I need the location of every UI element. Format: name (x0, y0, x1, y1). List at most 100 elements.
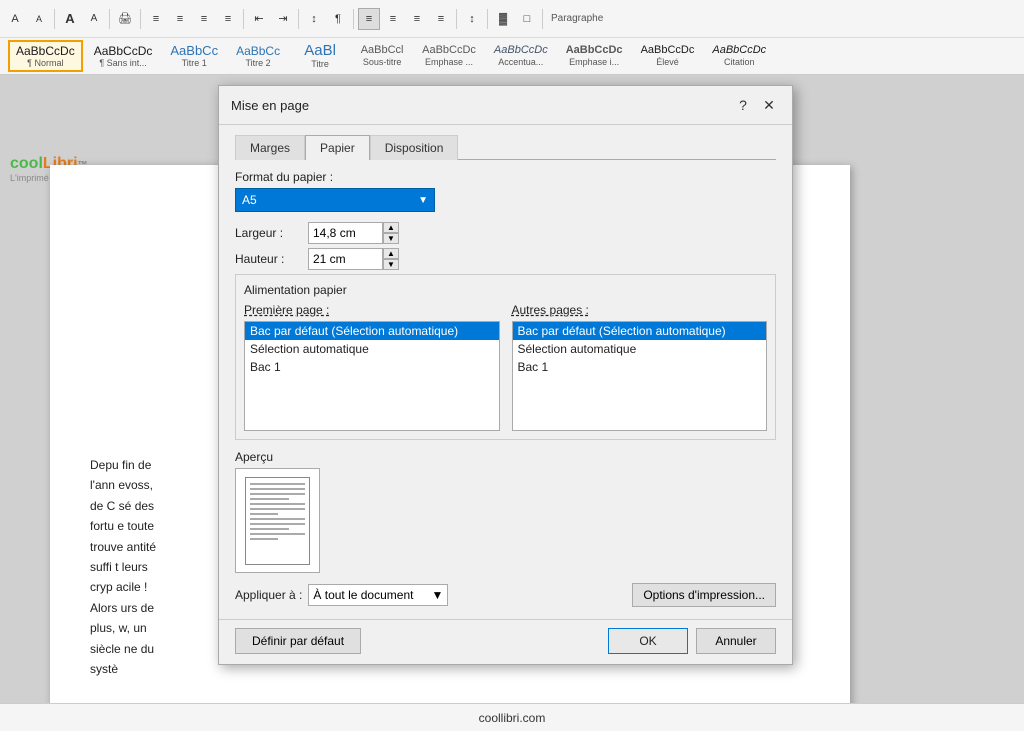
sort[interactable]: ↕ (303, 8, 325, 30)
line-spacing[interactable]: ↕ (461, 8, 483, 30)
list-numbered[interactable]: ≡ (193, 8, 215, 30)
style-titre1[interactable]: AaBbCc Titre 1 (163, 40, 225, 72)
premiere-page-listbox[interactable]: Bac par défaut (Sélection automatique) S… (244, 321, 500, 431)
largeur-input-container: ▲ ▼ (308, 222, 399, 244)
apply-select[interactable]: À tout le document ▼ (308, 584, 448, 606)
hauteur-input-container: ▲ ▼ (308, 248, 399, 270)
apply-value: À tout le document (313, 588, 413, 602)
dialog-help-button[interactable]: ? (732, 94, 754, 116)
preview-line-11 (250, 533, 305, 535)
preview-line-12 (250, 538, 278, 540)
dialog-title: Mise en page (231, 98, 309, 113)
style-accentuation[interactable]: AaBbCcDc Accentua... (487, 40, 555, 72)
style-emphase-i[interactable]: AaBbCcDc Emphase i... (559, 40, 630, 72)
list-item-selection-auto-1[interactable]: Sélection automatique (245, 340, 499, 358)
shading[interactable]: ▓ (492, 8, 514, 30)
annuler-button[interactable]: Annuler (696, 628, 776, 654)
preview-line-9 (250, 523, 305, 525)
font-a-large[interactable]: A (59, 8, 81, 30)
style-emphase[interactable]: AaBbCcDc Emphase ... (415, 40, 483, 72)
sep4 (243, 9, 244, 29)
tab-disposition[interactable]: Disposition (370, 135, 459, 160)
format-dropdown-arrow: ▼ (418, 195, 428, 206)
preview-line-6 (250, 508, 305, 510)
hauteur-input[interactable] (308, 248, 383, 270)
sep2 (109, 9, 110, 29)
options-impression-button[interactable]: Options d'impression... (632, 583, 776, 607)
apercu-label: Aperçu (235, 450, 776, 464)
list-bullet-1[interactable]: ≡ (145, 8, 167, 30)
apercu-document (245, 477, 310, 565)
style-sous-titre[interactable]: AaBbCcl Sous-titre (353, 40, 411, 72)
ok-button[interactable]: OK (608, 628, 688, 654)
style-eleve[interactable]: AaBbCcDc Élevé (634, 40, 702, 72)
autres-pages-label: Autres pages : (512, 303, 768, 317)
preview-line-3 (250, 493, 305, 495)
sep9 (542, 9, 543, 29)
list-item-bac-defaut-2[interactable]: Bac par défaut (Sélection automatique) (513, 322, 767, 340)
preview-line-1 (250, 483, 305, 485)
style-sans-int-preview: AaBbCcDc (94, 45, 153, 57)
list-bullet-2[interactable]: ≡ (169, 8, 191, 30)
tab-marges[interactable]: Marges (235, 135, 305, 160)
borders[interactable]: □ (516, 8, 538, 30)
preview-line-2 (250, 488, 305, 490)
align-left[interactable]: ≡ (358, 8, 380, 30)
preview-line-5 (250, 503, 305, 505)
indent-decrease[interactable]: ⇤ (248, 8, 270, 30)
format-section: Format du papier : A5 ▼ (235, 170, 776, 212)
font-a-small[interactable]: A (83, 8, 105, 30)
dialog-mise-en-page: Mise en page ? ✕ Marges Papier Dispositi… (218, 85, 793, 665)
style-titre2[interactable]: AaBbCc Titre 2 (229, 40, 287, 72)
hauteur-row: Hauteur : ▲ ▼ (235, 248, 776, 270)
largeur-row: Largeur : ▲ ▼ (235, 222, 776, 244)
style-titre[interactable]: AaBl Titre (291, 40, 349, 72)
font-size-decrease[interactable]: A (4, 8, 26, 30)
list-item-bac1-2[interactable]: Bac 1 (513, 358, 767, 376)
sep3 (140, 9, 141, 29)
list-item-bac-defaut-1[interactable]: Bac par défaut (Sélection automatique) (245, 322, 499, 340)
alimentation-columns: Première page : Bac par défaut (Sélectio… (244, 303, 767, 431)
list-item-selection-auto-2[interactable]: Sélection automatique (513, 340, 767, 358)
style-titre-preview: AaBl (304, 43, 336, 58)
premiere-page-label: Première page : (244, 303, 500, 317)
preview-line-7 (250, 513, 278, 515)
indent-increase[interactable]: ⇥ (272, 8, 294, 30)
premiere-page-col: Première page : Bac par défaut (Sélectio… (244, 303, 500, 431)
format-dropdown[interactable]: A5 ▼ (235, 188, 435, 212)
dialog-controls: ? ✕ (732, 94, 780, 116)
hauteur-spin-up[interactable]: ▲ (383, 248, 399, 259)
largeur-input[interactable] (308, 222, 383, 244)
sep7 (456, 9, 457, 29)
align-center[interactable]: ≡ (382, 8, 404, 30)
font-size-small[interactable]: A (28, 8, 50, 30)
definir-defaut-button[interactable]: Définir par défaut (235, 628, 361, 654)
print-btn[interactable]: 🖨 (114, 8, 136, 30)
dialog-titlebar: Mise en page ? ✕ (219, 86, 792, 125)
footer-left: Définir par défaut (235, 628, 361, 654)
list-outline[interactable]: ≡ (217, 8, 239, 30)
style-titre2-label: Titre 2 (246, 58, 271, 68)
align-right[interactable]: ≡ (406, 8, 428, 30)
style-normal[interactable]: AaBbCcDc ¶ Normal (8, 40, 83, 72)
sep5 (298, 9, 299, 29)
style-titre1-preview: AaBbCc (170, 44, 218, 57)
alimentation-section: Alimentation papier Première page : Bac … (235, 274, 776, 440)
tab-papier[interactable]: Papier (305, 135, 370, 160)
hauteur-spin-down[interactable]: ▼ (383, 259, 399, 270)
dialog-body: Marges Papier Disposition Format du papi… (219, 125, 792, 619)
dialog-close-button[interactable]: ✕ (758, 94, 780, 116)
style-sans-int-label: ¶ Sans int... (99, 58, 146, 68)
style-sous-titre-label: Sous-titre (363, 57, 402, 67)
dialog-footer: Définir par défaut OK Annuler (219, 619, 792, 664)
largeur-spin-up[interactable]: ▲ (383, 222, 399, 233)
largeur-spin-down[interactable]: ▼ (383, 233, 399, 244)
preview-line-4 (250, 498, 289, 500)
paragraph-mark[interactable]: ¶ (327, 8, 349, 30)
style-sans-int[interactable]: AaBbCcDc ¶ Sans int... (87, 40, 160, 72)
style-citation[interactable]: AaBbCcDc Citation (705, 40, 773, 72)
style-emphase-i-preview: AaBbCcDc (566, 45, 623, 56)
align-justify[interactable]: ≡ (430, 8, 452, 30)
list-item-bac1-1[interactable]: Bac 1 (245, 358, 499, 376)
autres-pages-listbox[interactable]: Bac par défaut (Sélection automatique) S… (512, 321, 768, 431)
